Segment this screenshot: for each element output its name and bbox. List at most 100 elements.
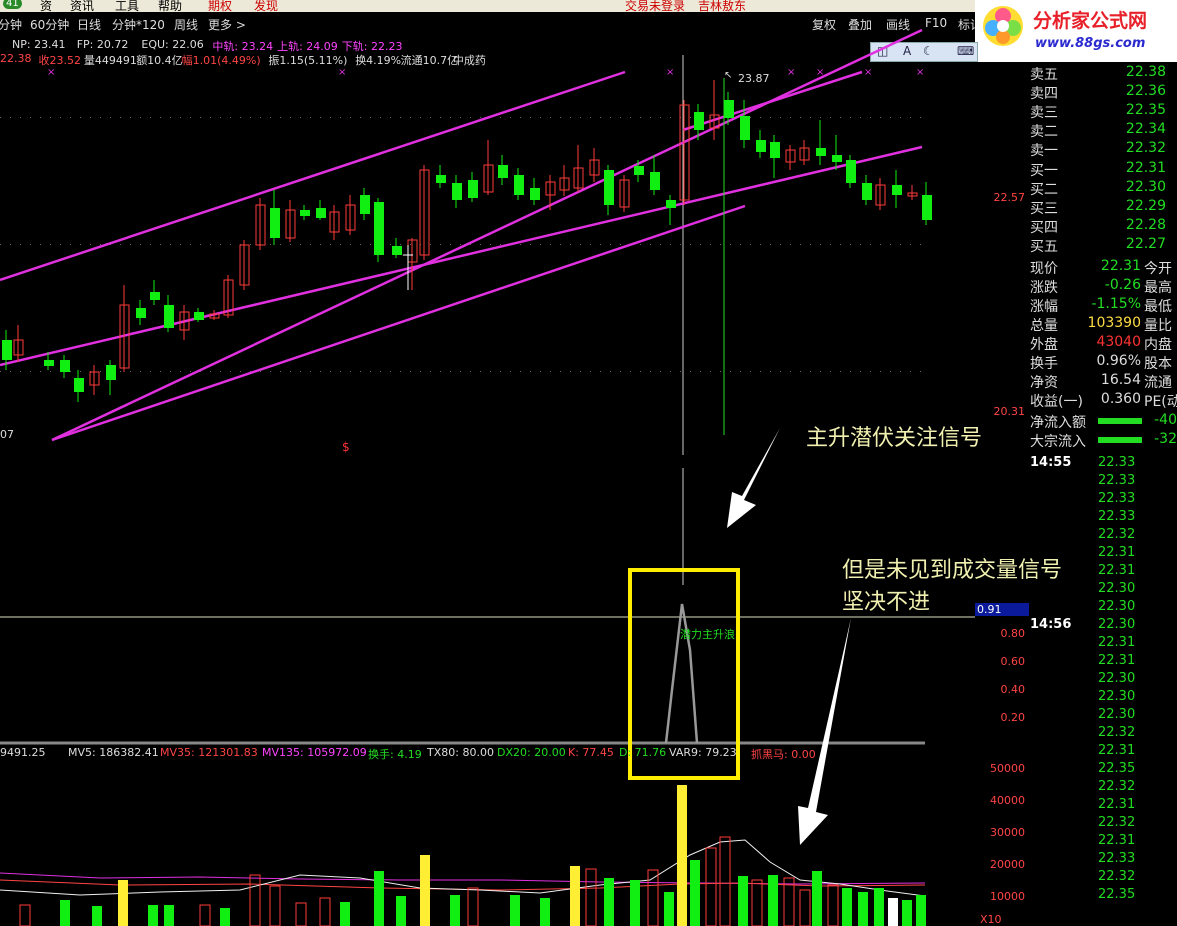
tick-row: 22.32 <box>1030 869 1177 887</box>
flow-bar <box>1098 418 1142 424</box>
volume-legend-item: 9491.25 <box>0 746 46 759</box>
annotation-decision-text: 坚决不进 <box>842 590 931 615</box>
volume-bar <box>902 900 912 926</box>
grid-dot <box>30 244 31 245</box>
grid-dot <box>170 371 171 372</box>
grid-dot <box>320 244 321 245</box>
grid-dot <box>250 117 251 118</box>
grid-dot <box>110 117 111 118</box>
candle-body <box>832 155 842 162</box>
grid-dot <box>200 117 201 118</box>
grid-dot <box>380 371 381 372</box>
grid-dot <box>550 117 551 118</box>
grid-dot <box>410 244 411 245</box>
grid-dot <box>310 117 311 118</box>
grid-dot <box>310 244 311 245</box>
grid-dot <box>240 371 241 372</box>
tick-price: 22.31 <box>1098 833 1136 848</box>
tick-row: 22.30 <box>1030 599 1177 617</box>
legend-item: 换4.19% <box>355 54 402 67</box>
grid-dot <box>140 371 141 372</box>
kline-chart[interactable]: ↖ × × × × × × × <box>0 0 1030 926</box>
grid-dot <box>70 117 71 118</box>
grid-dot <box>30 117 31 118</box>
volume-bar <box>19 904 31 926</box>
grid-dot <box>0 371 1 372</box>
legend-item: 中成药 <box>452 54 486 67</box>
tick-time: 14:55 <box>1030 455 1072 470</box>
grid-dot <box>40 371 41 372</box>
grid-dot <box>240 117 241 118</box>
tick-row: 22.31 <box>1030 833 1177 851</box>
stat-row: 涨幅 最低 -1.15% <box>1030 296 1177 315</box>
annotation-volume-text: 但是未见到成交量信号 <box>842 558 1063 583</box>
grid-dot <box>850 117 851 118</box>
tick-price: 22.32 <box>1098 725 1136 740</box>
candle-body <box>694 112 704 130</box>
volume-bar <box>874 888 884 926</box>
grid-dot <box>770 117 771 118</box>
grid-dot <box>170 244 171 245</box>
grid-dot <box>220 244 221 245</box>
volume-bar <box>812 871 822 926</box>
volume-bar <box>340 902 350 926</box>
grid-dot <box>910 117 911 118</box>
grid-dot <box>50 244 51 245</box>
grid-dot <box>60 117 61 118</box>
candle-body <box>468 180 478 198</box>
grid-dot <box>760 244 761 245</box>
volume-axis-tick: 40000 <box>990 794 1025 807</box>
grid-dot <box>410 117 411 118</box>
candle-body <box>164 305 174 328</box>
flow-row: 净流入额 -40 <box>1030 412 1177 431</box>
grid-dot <box>580 117 581 118</box>
volume-bar <box>719 836 731 926</box>
indicator-axis-tick: 0.20 <box>1000 711 1026 724</box>
legend-item: FP: 20.72 <box>76 38 129 51</box>
quote-label: 换手 <box>1030 356 1058 372</box>
ask-row: 卖一 22.32 <box>1030 140 1177 159</box>
grid-dot <box>460 244 461 245</box>
lower-channel-line <box>51 204 746 442</box>
grid-dot <box>160 117 161 118</box>
volume-bar <box>585 868 597 926</box>
volume-bar <box>604 878 614 926</box>
legend-item: 振1.15(5.11%) <box>268 54 348 67</box>
volume-bar <box>751 879 763 926</box>
grid-dot <box>230 117 231 118</box>
grid-dot <box>400 244 401 245</box>
grid-dot <box>540 244 541 245</box>
price-channel <box>0 28 923 442</box>
grid-dot <box>870 244 871 245</box>
grid-dot <box>250 244 251 245</box>
tick-price: 22.33 <box>1098 473 1136 488</box>
grid-dot <box>680 371 681 372</box>
grid-dot <box>750 371 751 372</box>
grid-dot <box>840 117 841 118</box>
grid-dot <box>600 371 601 372</box>
grid-dot <box>880 117 881 118</box>
flow-value: -40 <box>1154 412 1177 428</box>
volume-axis-tick: 30000 <box>990 826 1025 839</box>
grid-dot <box>40 117 41 118</box>
quote-value: 43040 <box>1096 334 1141 350</box>
grid-dot <box>420 117 421 118</box>
quote-label: 总量 <box>1030 318 1058 334</box>
grid-dot <box>490 244 491 245</box>
grid-dot <box>160 244 161 245</box>
grid-dot <box>880 244 881 245</box>
quote-label: 卖五 <box>1030 67 1058 83</box>
x-mark-icon: × <box>666 67 674 78</box>
quote-label: 卖二 <box>1030 124 1058 140</box>
grid-dot <box>590 117 591 118</box>
volume-bar <box>888 898 898 926</box>
ask-row: 卖五 22.38 <box>1030 64 1177 83</box>
lower-channel-line <box>51 28 923 442</box>
grid-dot <box>210 244 211 245</box>
tick-price: 22.30 <box>1098 707 1136 722</box>
grid-dot <box>380 117 381 118</box>
tick-price: 22.31 <box>1098 563 1136 578</box>
grid-dot <box>220 371 221 372</box>
grid-dot <box>280 117 281 118</box>
candle-body <box>846 160 856 183</box>
